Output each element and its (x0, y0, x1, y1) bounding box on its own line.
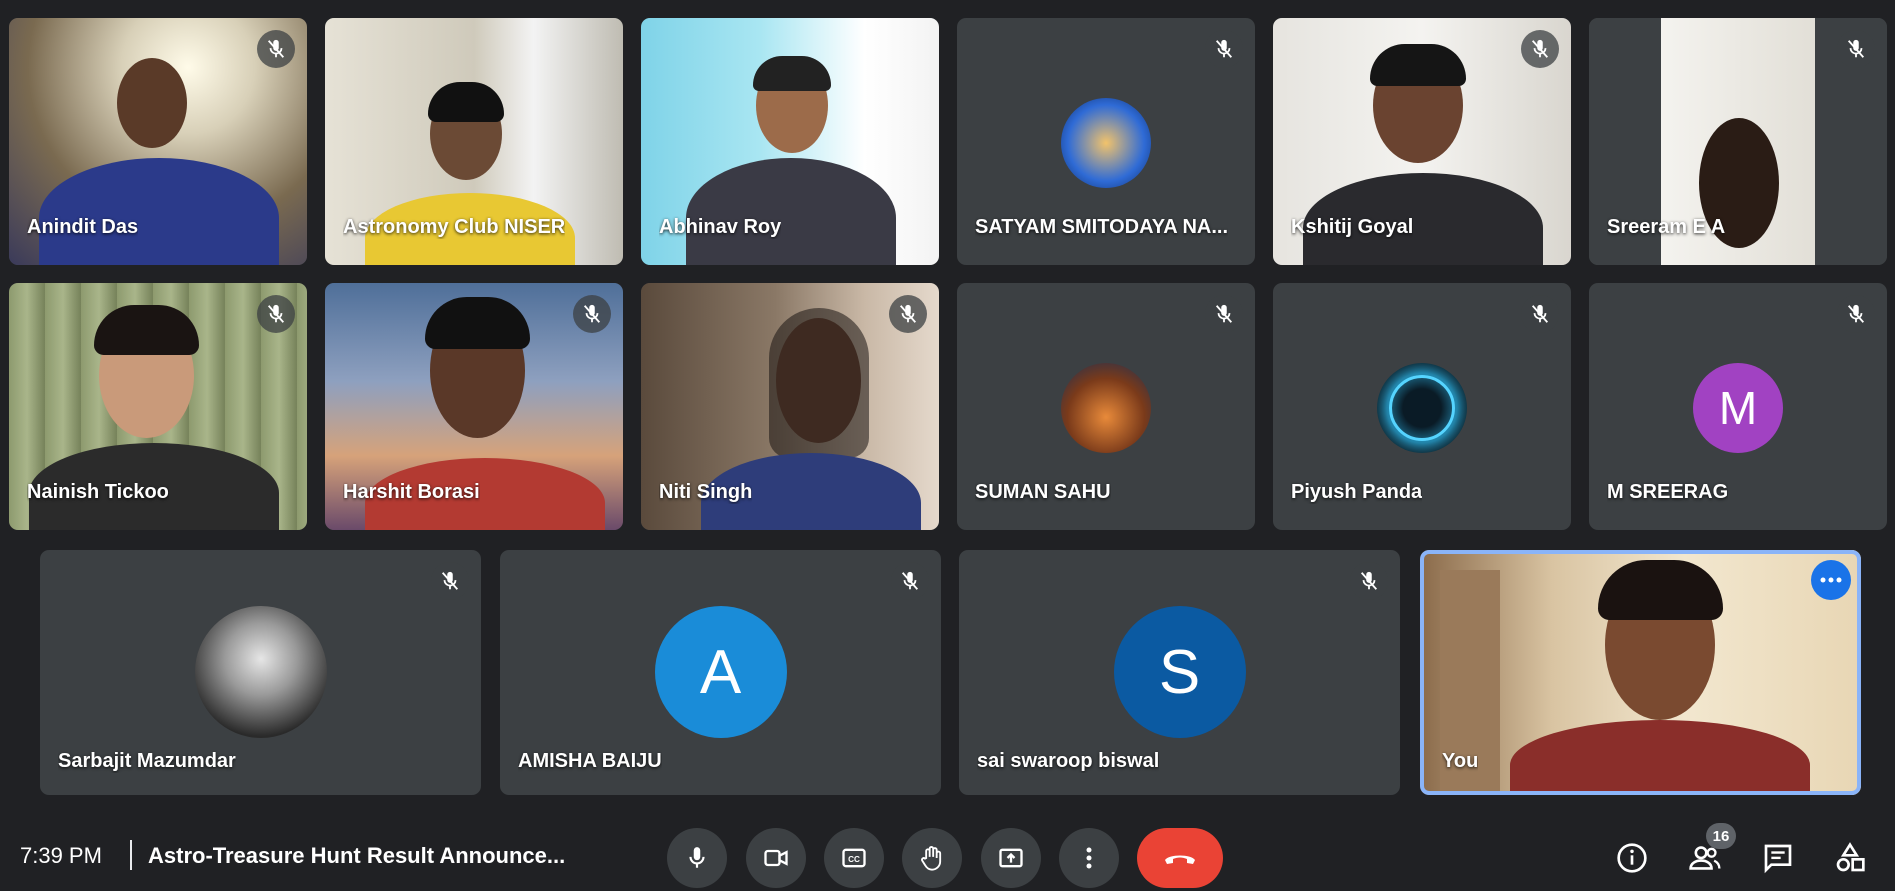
mic-off-icon (1837, 295, 1875, 333)
meeting-details-button[interactable] (1612, 838, 1652, 878)
participant-tile[interactable]: Astronomy Club NISER (325, 18, 623, 265)
participant-tile[interactable]: Nainish Tickoo (9, 283, 307, 530)
participant-name: Kshitij Goyal (1291, 216, 1414, 238)
raise-hand-icon (921, 846, 942, 871)
participant-avatar (1377, 363, 1467, 453)
participant-tile[interactable]: Sarbajit Mazumdar (40, 550, 481, 795)
chat-icon (1764, 844, 1792, 874)
chat-button[interactable] (1758, 838, 1798, 878)
self-view-tile[interactable]: You (1420, 550, 1861, 795)
meeting-title: Astro-Treasure Hunt Result Announce... (148, 843, 566, 868)
participant-tile[interactable]: Sreeram E A (1589, 18, 1887, 265)
participant-name: Astronomy Club NISER (343, 216, 566, 238)
participant-tile[interactable]: Niti Singh (641, 283, 939, 530)
present-icon (999, 848, 1023, 868)
participant-tile[interactable]: SUMAN SAHU (957, 283, 1255, 530)
participant-tile[interactable]: Kshitij Goyal (1273, 18, 1571, 265)
camera-icon (764, 849, 788, 867)
participant-name: Sreeram E A (1607, 216, 1726, 238)
captions-button[interactable]: CC (824, 828, 884, 888)
participant-tile[interactable]: M M SREERAG (1589, 283, 1887, 530)
participant-name: Harshit Borasi (343, 481, 480, 503)
more-vert-icon (1086, 847, 1092, 869)
participant-name: You (1442, 750, 1479, 772)
participant-count-badge: 16 (1706, 823, 1736, 849)
end-call-icon (1165, 855, 1195, 864)
participant-tile[interactable]: A AMISHA BAIJU (500, 550, 941, 795)
participant-name: SUMAN SAHU (975, 481, 1111, 503)
self-video-feed (1420, 550, 1861, 795)
info-icon (1617, 843, 1647, 873)
participant-avatar: S (1113, 606, 1246, 738)
participant-avatar: M (1693, 363, 1783, 453)
raise-hand-button[interactable] (902, 828, 962, 888)
bottom-toolbar: 7:39 PM Astro-Treasure Hunt Result Annou… (0, 810, 1895, 891)
participant-tile[interactable]: Harshit Borasi (325, 283, 623, 530)
participant-tile[interactable]: Abhinav Roy (641, 18, 939, 265)
camera-button[interactable] (746, 828, 806, 888)
mic-off-icon (1837, 30, 1875, 68)
participant-tile[interactable]: Piyush Panda (1273, 283, 1571, 530)
mic-off-icon (1521, 30, 1559, 68)
participant-tile[interactable]: SATYAM SMITODAYA NA... (957, 18, 1255, 265)
participant-avatar (1061, 98, 1151, 188)
participant-name: AMISHA BAIJU (518, 750, 662, 772)
participant-name: SATYAM SMITODAYA NA... (975, 216, 1229, 238)
svg-text:CC: CC (848, 855, 860, 864)
clock: 7:39 PM (20, 843, 102, 868)
mic-off-icon (889, 295, 927, 333)
mic-off-icon (1205, 30, 1243, 68)
participant-avatar (194, 606, 327, 738)
mic-off-icon (1205, 295, 1243, 333)
divider (130, 840, 132, 870)
participant-tile[interactable]: S sai swaroop biswal (959, 550, 1400, 795)
mic-off-icon (573, 295, 611, 333)
mic-off-icon (257, 295, 295, 333)
mic-off-icon (891, 562, 929, 600)
captions-icon: CC (842, 848, 866, 868)
microphone-button[interactable] (667, 828, 727, 888)
mic-off-icon (431, 562, 469, 600)
participant-name: Nainish Tickoo (27, 481, 169, 503)
participant-name: Niti Singh (659, 481, 753, 503)
activities-button[interactable] (1830, 838, 1870, 878)
mic-off-icon (1521, 295, 1559, 333)
participant-name: Abhinav Roy (659, 216, 782, 238)
participant-name: sai swaroop biswal (977, 750, 1160, 772)
participant-avatar (1061, 363, 1151, 453)
participant-name: M SREERAG (1607, 481, 1729, 503)
participant-name: Sarbajit Mazumdar (58, 750, 236, 772)
participant-name: Piyush Panda (1291, 481, 1423, 503)
participant-avatar: A (654, 606, 787, 738)
participant-name: Anindit Das (27, 216, 139, 238)
mic-off-icon (1350, 562, 1388, 600)
mic-icon (689, 847, 705, 868)
activities-icon (1836, 842, 1865, 872)
more-options-button[interactable] (1059, 828, 1119, 888)
end-call-button[interactable] (1137, 828, 1223, 888)
more-options-button[interactable] (1811, 560, 1851, 600)
participant-tile[interactable]: Anindit Das (9, 18, 307, 265)
present-screen-button[interactable] (981, 828, 1041, 888)
mic-off-icon (257, 30, 295, 68)
more-horiz-icon (1820, 577, 1842, 583)
